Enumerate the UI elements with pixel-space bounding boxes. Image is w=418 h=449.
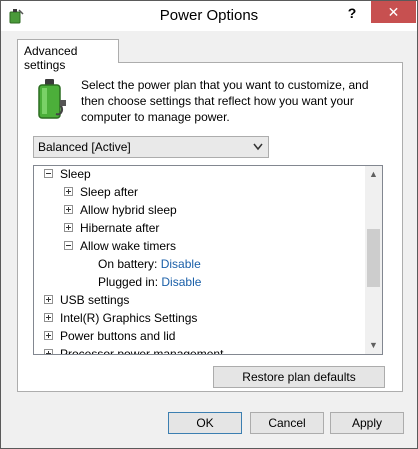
plugged-in-value[interactable]: Disable xyxy=(161,275,201,289)
power-plan-value: Balanced [Active] xyxy=(38,140,131,154)
tree-item-label: Hibernate after xyxy=(80,221,160,235)
setting-on-battery: On battery: Disable xyxy=(98,256,201,273)
expand-icon[interactable] xyxy=(44,313,53,323)
setting-plugged-in: Plugged in: Disable xyxy=(98,274,201,291)
scroll-down-icon[interactable]: ▼ xyxy=(365,337,382,354)
tree-item-hibernate-after[interactable]: Hibernate after xyxy=(64,220,159,237)
tree-item-label: USB settings xyxy=(60,293,130,307)
tree-item-label: Intel(R) Graphics Settings xyxy=(60,311,198,325)
expand-icon[interactable] xyxy=(44,295,53,305)
tree-item-label: Allow hybrid sleep xyxy=(80,203,177,217)
chevron-down-icon xyxy=(253,143,263,151)
tree-item-power-buttons[interactable]: Power buttons and lid xyxy=(44,328,175,345)
collapse-icon[interactable] xyxy=(44,169,53,179)
intro-text: Select the power plan that you want to c… xyxy=(81,78,369,124)
tree-item-intel-graphics[interactable]: Intel(R) Graphics Settings xyxy=(44,310,197,327)
tree-item-allow-hybrid-sleep[interactable]: Allow hybrid sleep xyxy=(64,202,177,219)
tree-item-label: Allow wake timers xyxy=(80,239,177,253)
scroll-up-icon[interactable]: ▲ xyxy=(365,166,382,183)
apply-button[interactable]: Apply xyxy=(330,412,404,434)
tree-item-sleep[interactable]: Sleep xyxy=(44,166,91,183)
expand-icon[interactable] xyxy=(64,187,73,197)
on-battery-value[interactable]: Disable xyxy=(161,257,201,271)
tree-item-label: Power buttons and lid xyxy=(60,329,176,343)
plugged-in-label: Plugged in: xyxy=(98,275,159,289)
tree-scrollbar[interactable]: ▲ ▼ xyxy=(365,166,382,354)
tree-item-sleep-after[interactable]: Sleep after xyxy=(64,184,138,201)
tree-item-allow-wake-timers[interactable]: Allow wake timers xyxy=(64,238,176,255)
tree-item-processor-power[interactable]: Processor power management xyxy=(44,346,224,355)
tree-item-label: Sleep xyxy=(60,167,91,181)
power-plan-dropdown[interactable]: Balanced [Active] xyxy=(33,136,269,158)
help-button[interactable]: ? xyxy=(341,5,363,25)
battery-plug-icon xyxy=(38,79,66,119)
power-options-window: Power Options ? ✕ Advanced settings Sele… xyxy=(0,0,418,449)
scroll-thumb[interactable] xyxy=(367,229,380,287)
title-bar: Power Options ? ✕ xyxy=(1,1,417,31)
expand-icon[interactable] xyxy=(64,223,73,233)
expand-icon[interactable] xyxy=(64,205,73,215)
on-battery-label: On battery: xyxy=(98,257,158,271)
tree-item-label: Processor power management xyxy=(60,347,224,355)
tree-item-label: Sleep after xyxy=(80,185,139,199)
restore-plan-defaults-button[interactable]: Restore plan defaults xyxy=(213,366,385,388)
cancel-button[interactable]: Cancel xyxy=(250,412,324,434)
ok-button[interactable]: OK xyxy=(168,412,242,434)
advanced-settings-panel: Select the power plan that you want to c… xyxy=(17,62,403,392)
expand-icon[interactable] xyxy=(44,331,53,341)
close-button[interactable]: ✕ xyxy=(371,1,416,23)
tree-item-usb-settings[interactable]: USB settings xyxy=(44,292,129,309)
collapse-icon[interactable] xyxy=(64,241,73,251)
expand-icon[interactable] xyxy=(44,349,53,354)
tab-advanced-settings[interactable]: Advanced settings xyxy=(17,39,119,72)
settings-tree[interactable]: Sleep Sleep after Allow hybrid sleep Hib… xyxy=(33,165,383,355)
